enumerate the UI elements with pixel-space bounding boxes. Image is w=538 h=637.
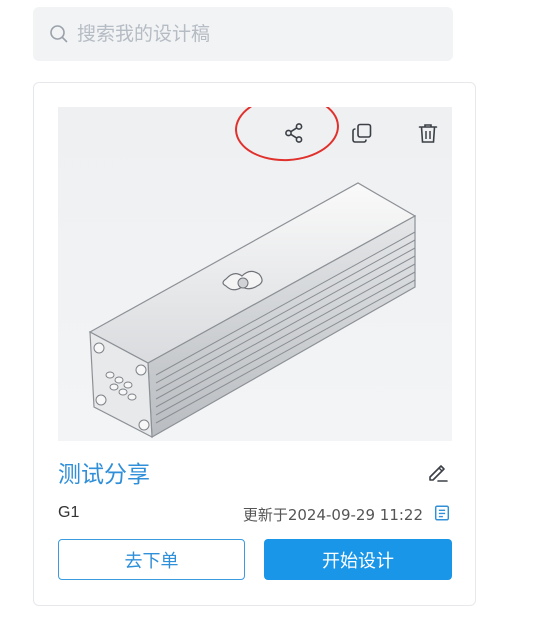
copy-icon [352,123,372,143]
edit-title-button[interactable] [425,459,451,485]
copy-button[interactable] [342,113,382,153]
delete-icon [418,124,438,143]
delete-button[interactable] [408,113,448,153]
details-button[interactable] [432,503,452,523]
product-render [88,182,417,439]
document-icon [434,505,450,521]
place-order-button[interactable]: 去下单 [58,539,245,580]
search-bar[interactable] [33,7,453,61]
search-input[interactable] [77,23,437,45]
design-card: 测试分享 G1 更新于2024-09-29 11:22 去下单 开始设计 [33,82,476,606]
design-code: G1 [58,504,80,521]
design-title[interactable]: 测试分享 [58,455,150,489]
edit-icon [429,465,448,482]
start-design-button[interactable]: 开始设计 [264,539,452,580]
share-button[interactable] [274,113,314,153]
share-icon [285,123,303,143]
updated-time: 更新于2024-09-29 11:22 [242,506,423,524]
search-icon [50,25,68,43]
design-thumbnail[interactable] [58,107,452,441]
